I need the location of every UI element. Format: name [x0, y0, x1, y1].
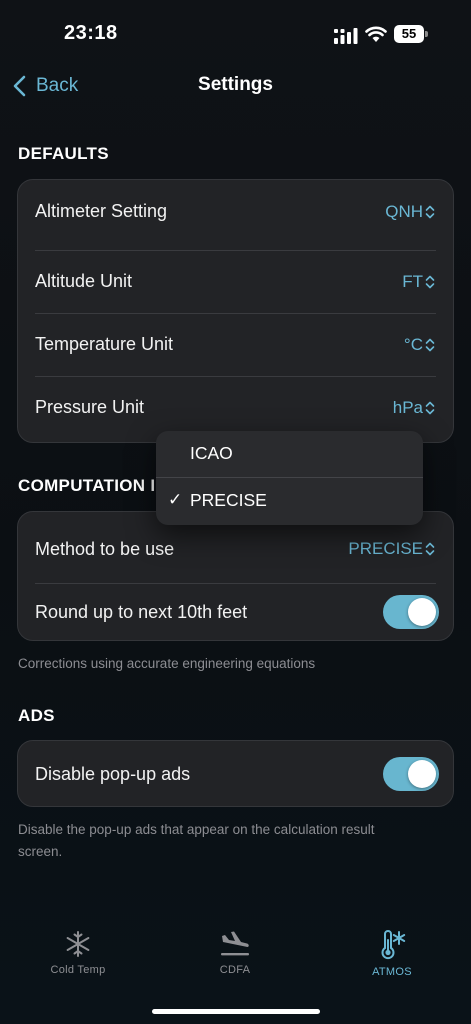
home-indicator[interactable] — [152, 1009, 320, 1014]
altitude-unit-value[interactable]: FT — [402, 272, 423, 292]
computation-footnote: Corrections using accurate engineering e… — [18, 656, 316, 671]
disable-ads-label: Disable pop-up ads — [35, 763, 191, 784]
method-value[interactable]: PRECISE — [348, 539, 423, 559]
altitude-unit-label: Altitude Unit — [35, 271, 133, 291]
computation-card: Method to be use PRECISE Round up to nex… — [17, 511, 454, 641]
chevron-up-down-icon — [425, 338, 435, 351]
method-row[interactable]: Method to be use PRECISE — [18, 516, 453, 582]
temperature-unit-row[interactable]: Temperature Unit °C — [18, 313, 453, 376]
tab-bar: Cold Temp CDFA ATMOS — [0, 930, 471, 1000]
ads-header: ADS — [18, 706, 55, 725]
cellular-signal-icon — [334, 28, 358, 44]
altimeter-setting-label: Altimeter Setting — [35, 201, 168, 221]
round-up-toggle[interactable] — [383, 595, 439, 629]
chevron-up-down-icon — [425, 205, 435, 218]
method-label: Method to be use — [35, 538, 175, 559]
chevron-up-down-icon — [425, 542, 435, 556]
toggle-knob — [408, 598, 436, 626]
dropdown-option-label: ICAO — [190, 443, 233, 463]
round-up-row: Round up to next 10th feet — [18, 583, 453, 641]
tab-label: ATMOS — [372, 966, 412, 978]
battery-cap — [425, 31, 428, 37]
altimeter-setting-row[interactable]: Altimeter Setting QNH — [18, 180, 453, 243]
tab-atmos[interactable]: ATMOS — [332, 930, 452, 978]
battery-indicator: 55 — [394, 25, 428, 43]
pressure-unit-value[interactable]: hPa — [393, 398, 423, 418]
temperature-unit-label: Temperature Unit — [35, 334, 174, 354]
defaults-header: DEFAULTS — [18, 144, 109, 163]
dropdown-option-icao[interactable]: ICAO — [156, 431, 423, 477]
tab-cdfa[interactable]: CDFA — [175, 930, 295, 976]
plane-landing-icon — [221, 931, 249, 956]
navigation-bar: Back Settings — [0, 64, 471, 108]
pressure-unit-label: Pressure Unit — [35, 397, 145, 417]
temperature-unit-value[interactable]: °C — [404, 335, 423, 355]
altimeter-setting-value[interactable]: QNH — [385, 202, 423, 222]
checkmark-icon: ✓ — [168, 490, 183, 509]
wifi-icon — [365, 26, 387, 42]
chevron-up-down-icon — [425, 275, 435, 288]
disable-ads-toggle[interactable] — [383, 757, 439, 791]
disable-ads-row: Disable pop-up ads — [18, 741, 453, 807]
dropdown-option-precise[interactable]: ✓ PRECISE — [156, 478, 423, 524]
computation-header: COMPUTATION I — [18, 476, 156, 495]
pressure-unit-row[interactable]: Pressure Unit hPa — [18, 376, 453, 439]
tab-label: Cold Temp — [50, 964, 106, 976]
status-time: 23:18 — [64, 22, 118, 44]
battery-level: 55 — [394, 25, 424, 43]
defaults-card: Altimeter Setting QNH Altitude Unit FT T… — [17, 179, 454, 443]
page-title: Settings — [198, 74, 273, 95]
snowflake-icon — [66, 931, 90, 957]
altitude-unit-row[interactable]: Altitude Unit FT — [18, 250, 453, 313]
tab-label: CDFA — [219, 964, 251, 976]
method-dropdown-menu: ICAO ✓ PRECISE — [156, 431, 423, 525]
thermometer-snowflake-icon — [381, 930, 406, 960]
status-bar: 23:18 55 — [0, 0, 471, 70]
ads-card: Disable pop-up ads — [17, 740, 454, 807]
ads-footnote: Disable the pop-up ads that appear on th… — [18, 822, 375, 859]
round-up-label: Round up to next 10th feet — [35, 601, 248, 622]
chevron-up-down-icon — [425, 401, 435, 414]
dropdown-option-label: PRECISE — [190, 490, 267, 510]
toggle-knob — [408, 760, 436, 788]
tab-cold-temp[interactable]: Cold Temp — [18, 930, 138, 976]
